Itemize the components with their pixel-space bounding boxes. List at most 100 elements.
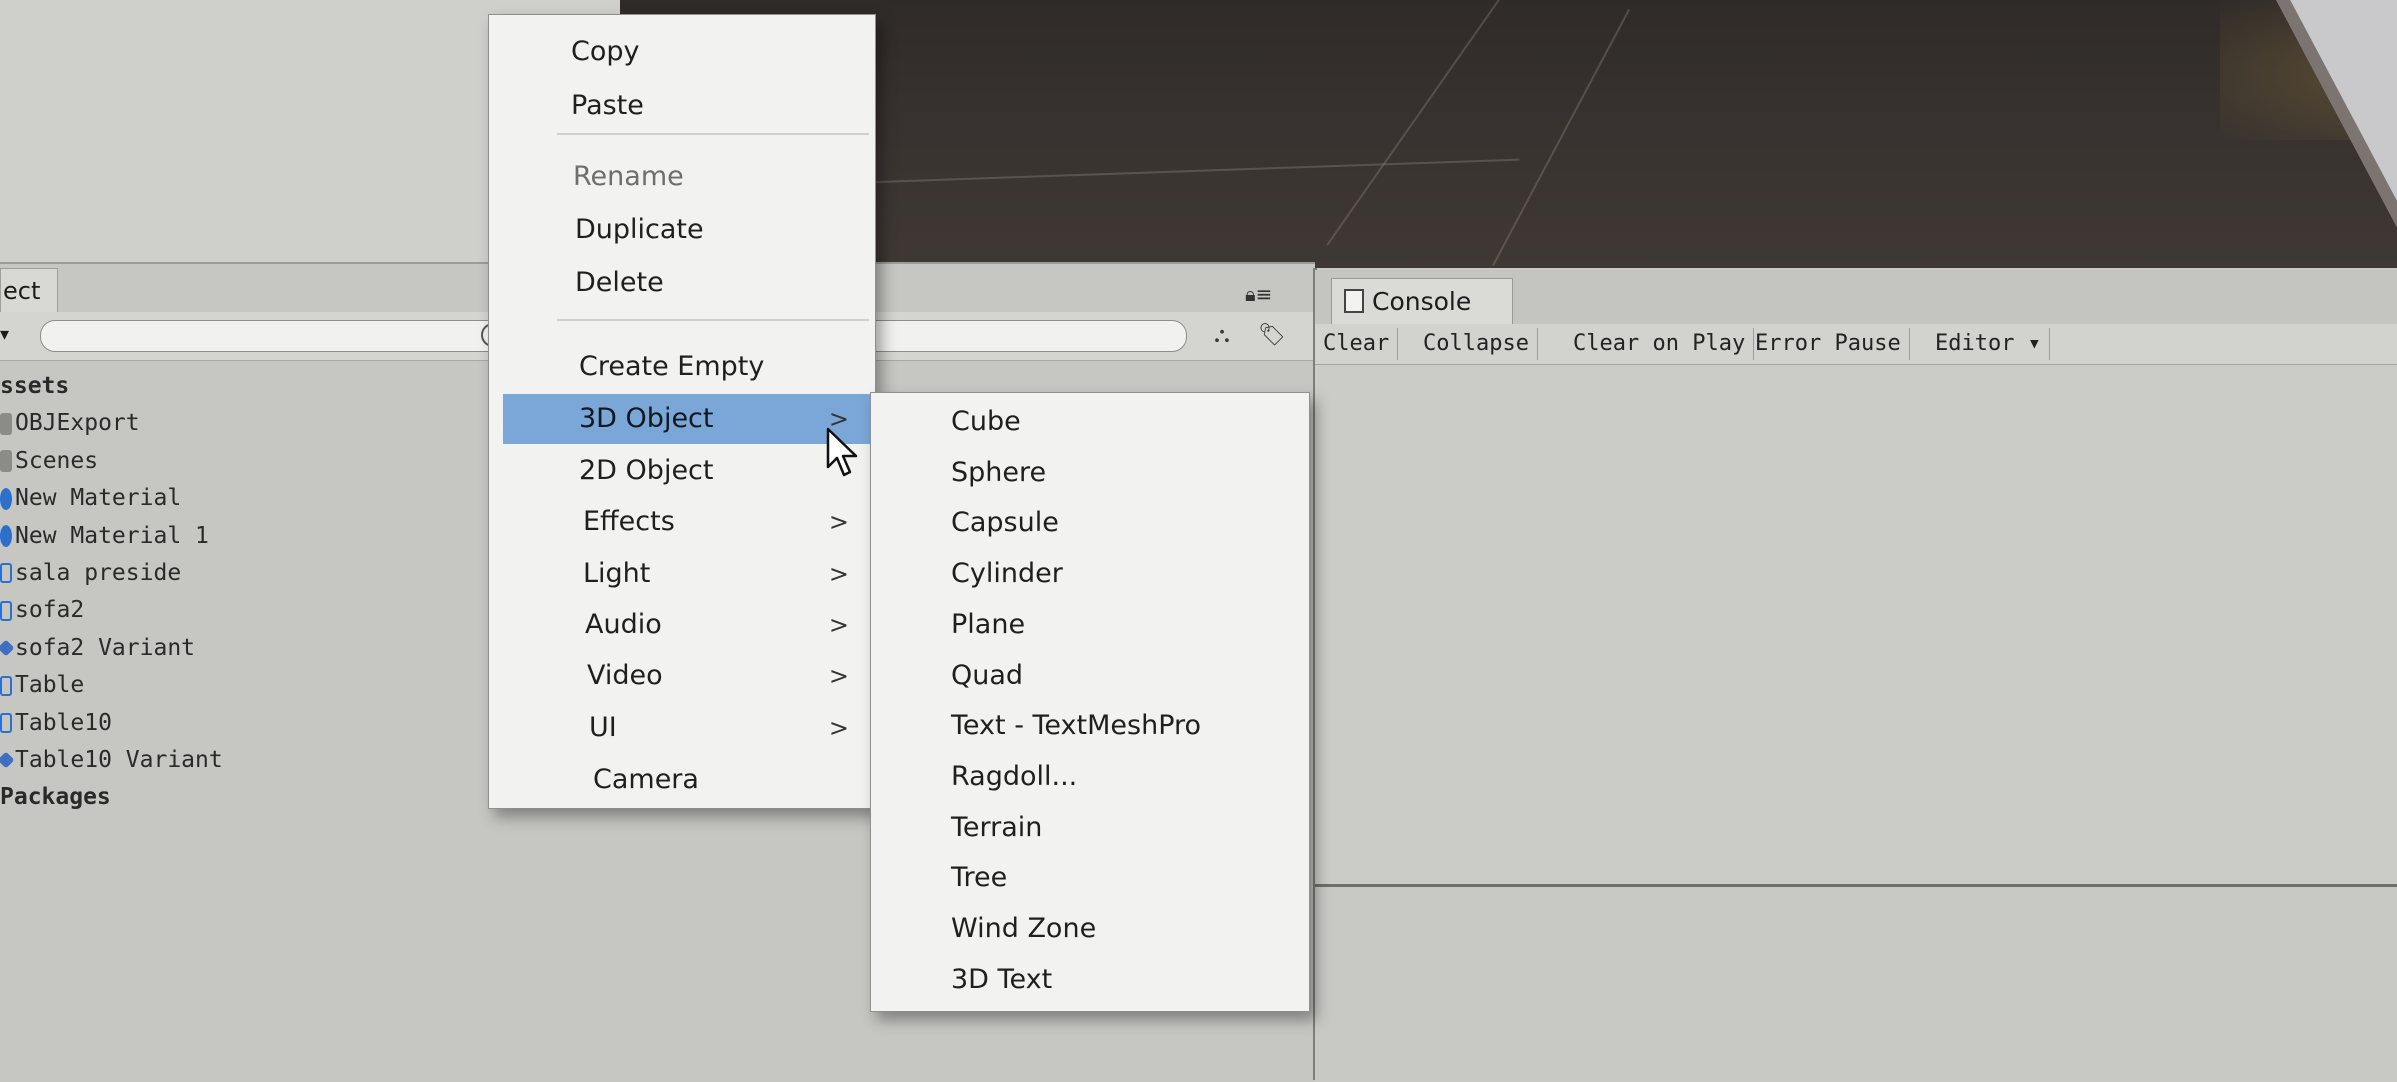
submenu-item-label: Terrain	[951, 811, 1043, 843]
variant-icon	[0, 639, 15, 657]
submenu-item-label: Sphere	[951, 456, 1047, 488]
submenu-item-label: Wind Zone	[951, 913, 1097, 944]
console-panel: Console Clear Collapse Clear on Play Err…	[1315, 270, 2397, 1080]
submenu-item-label: Tree	[951, 862, 1008, 894]
menu-item-copy[interactable]: Copy	[489, 27, 875, 77]
chevron-right-icon: >	[828, 508, 849, 536]
console-collapse-button[interactable]: Collapse	[1415, 328, 1538, 360]
scene-view[interactable]	[620, 0, 2397, 268]
scene-grid-line	[1326, 0, 1500, 246]
submenu-item-quad[interactable]: Quad	[871, 651, 1309, 701]
create-dropdown[interactable]: ▾	[0, 322, 30, 348]
tree-item-label: sofa2	[15, 597, 85, 624]
folder-icon	[0, 450, 12, 473]
menu-item-label: 3D Object	[579, 403, 714, 434]
submenu-item-plane[interactable]: Plane	[871, 600, 1309, 650]
chevron-right-icon: >	[828, 662, 849, 690]
console-editor-dropdown[interactable]: Editor ▾	[1927, 328, 2050, 360]
submenu-item-sphere[interactable]: Sphere	[871, 448, 1309, 498]
menu-item-ui[interactable]: UI >	[489, 703, 875, 753]
submenu-item-tree[interactable]: Tree	[871, 853, 1309, 903]
menu-item-label: Camera	[593, 764, 699, 795]
menu-item-label: Video	[587, 660, 663, 691]
menu-item-label: Paste	[571, 90, 644, 121]
menu-item-2d-object[interactable]: 2D Object	[489, 446, 875, 496]
menu-item-light[interactable]: Light >	[489, 549, 875, 599]
menu-item-label: Duplicate	[575, 214, 704, 245]
menu-item-camera[interactable]: Camera	[489, 755, 875, 805]
menu-item-label: Effects	[583, 506, 675, 537]
console-clear-button[interactable]: Clear	[1315, 328, 1399, 360]
console-error-pause-button[interactable]: Error Pause	[1747, 328, 1910, 360]
tree-item-label: sala preside	[15, 559, 182, 586]
submenu-item-label: Cylinder	[951, 558, 1063, 590]
tree-item-label: Scenes	[15, 447, 99, 474]
submenu-item-ragdoll[interactable]: Ragdoll...	[871, 752, 1309, 802]
submenu-item-label: Quad	[951, 659, 1024, 691]
menu-item-rename: Rename	[489, 152, 875, 202]
console-toolbar: Clear Collapse Clear on Play Error Pause…	[1315, 324, 2397, 365]
menu-item-3d-object[interactable]: 3D Object >	[503, 394, 875, 444]
menu-item-label: Light	[583, 558, 651, 589]
menu-item-audio[interactable]: Audio >	[489, 600, 875, 650]
console-clear-on-play-button[interactable]: Clear on Play	[1565, 328, 1755, 360]
menu-item-label: Audio	[585, 609, 662, 640]
submenu-item-label: Capsule	[951, 507, 1059, 539]
prefab-icon	[0, 600, 12, 621]
console-detail-area[interactable]	[1315, 887, 2397, 1080]
menu-item-effects[interactable]: Effects >	[489, 497, 875, 547]
submenu-item-label: 3D Text	[951, 963, 1053, 995]
submenu-item-text-textmeshpro[interactable]: Text - TextMeshPro	[871, 701, 1309, 751]
filter-by-label-icon[interactable]: 🏷︎	[1255, 320, 1289, 352]
tree-item-label: sofa2 Variant	[15, 634, 196, 661]
submenu-item-wind-zone[interactable]: Wind Zone	[871, 904, 1309, 954]
tree-item-label: ssets	[0, 373, 70, 399]
submenu-item-terrain[interactable]: Terrain	[871, 803, 1309, 853]
chevron-right-icon: >	[828, 560, 849, 588]
lock-icon[interactable]: 🔒︎≡	[1245, 282, 1272, 306]
submenu-item-label: Cube	[951, 406, 1021, 437]
mouse-cursor-icon	[826, 427, 858, 477]
menu-separator	[557, 133, 869, 135]
tree-item-label: Table10	[15, 709, 112, 736]
menu-item-label: Copy	[571, 36, 640, 67]
prefab-icon	[0, 713, 12, 734]
tree-item-label: OBJExport	[15, 410, 140, 437]
variant-icon	[0, 751, 15, 769]
context-menu: Copy Paste Rename Duplicate Delete Create Emp…	[488, 14, 876, 809]
chevron-right-icon: >	[828, 611, 849, 639]
menu-item-label: UI	[589, 712, 617, 743]
filter-by-type-icon[interactable]: ⛬	[1205, 320, 1239, 352]
material-icon	[0, 487, 12, 510]
folder-icon	[0, 412, 12, 435]
prefab-icon	[0, 675, 12, 696]
prefab-icon	[0, 563, 12, 584]
submenu-item-cylinder[interactable]: Cylinder	[871, 549, 1309, 599]
submenu-item-3d-text[interactable]: 3D Text	[871, 955, 1309, 1005]
submenu-item-cube[interactable]: Cube	[871, 397, 1309, 447]
chevron-right-icon: >	[828, 714, 849, 742]
console-doc-icon	[1344, 289, 1364, 313]
menu-separator	[557, 319, 869, 321]
menu-item-video[interactable]: Video >	[489, 651, 875, 701]
menu-item-duplicate[interactable]: Duplicate	[489, 205, 875, 255]
menu-item-label: 2D Object	[579, 455, 714, 486]
submenu-item-label: Plane	[951, 608, 1026, 640]
tree-item-label: Table	[15, 672, 85, 699]
material-icon	[0, 525, 12, 548]
menu-item-create-empty[interactable]: Create Empty	[489, 342, 875, 392]
project-tab[interactable]: ect	[0, 268, 58, 313]
submenu-item-label: Ragdoll...	[951, 760, 1078, 792]
console-tab-label: Console	[1372, 287, 1472, 316]
console-tab[interactable]: Console	[1331, 278, 1513, 325]
menu-item-label: Delete	[575, 267, 664, 298]
submenu-3d-object: Cube Sphere Capsule Cylinder Plane Quad Text -…	[870, 392, 1310, 1012]
submenu-item-label: Text - TextMeshPro	[951, 710, 1202, 742]
tree-item-label: New Material	[15, 485, 182, 512]
console-log-area[interactable]	[1315, 365, 2397, 885]
submenu-item-capsule[interactable]: Capsule	[871, 498, 1309, 548]
menu-item-label: Create Empty	[579, 351, 765, 382]
tree-item-label: New Material 1	[15, 522, 209, 549]
menu-item-paste[interactable]: Paste	[489, 81, 875, 131]
menu-item-delete[interactable]: Delete	[489, 258, 875, 308]
